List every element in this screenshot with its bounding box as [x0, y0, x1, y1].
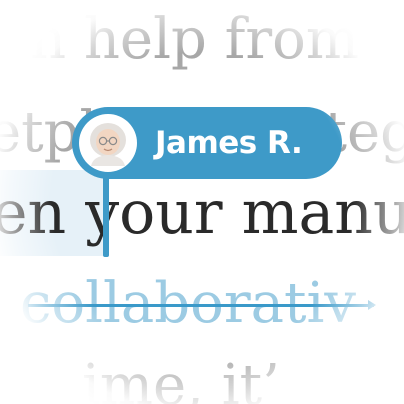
collaborator-cursor-badge[interactable]: James R.: [72, 107, 342, 179]
collaborator-name: James R.: [155, 125, 303, 161]
strikethrough-line: [28, 304, 374, 307]
document-line-next: ime, it’: [82, 353, 280, 404]
document-line-current[interactable]: en your manus: [0, 183, 404, 243]
document-editor-canvas: n help from etplace strateg en your manu…: [0, 0, 404, 404]
strikethrough-arrow-icon: [368, 300, 376, 310]
user-avatar-icon: [79, 114, 137, 172]
document-line-previous-2: n help from: [30, 7, 359, 72]
